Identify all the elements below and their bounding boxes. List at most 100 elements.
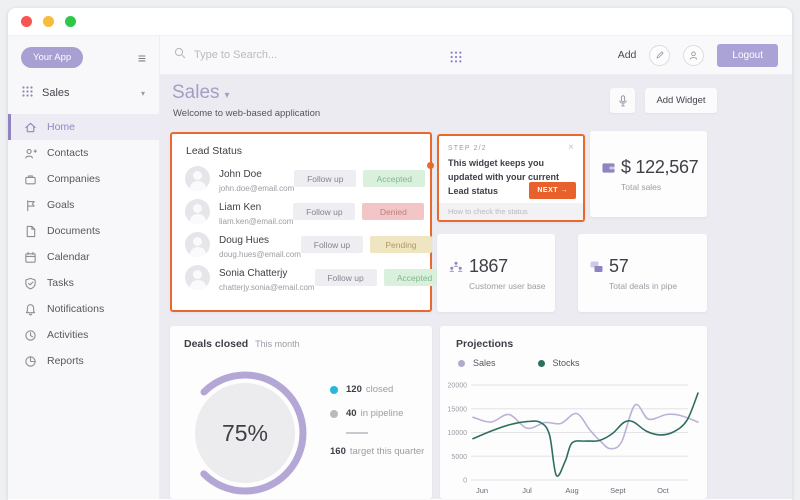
svg-text:Sept: Sept	[610, 486, 626, 495]
lead-email: liam.ken@email.com	[219, 217, 294, 226]
edit-icon[interactable]	[649, 44, 671, 66]
svg-text:15000: 15000	[448, 406, 468, 413]
sidebar-item-label: Contacts	[47, 147, 89, 159]
sidebar: Your App ≡ Sales ▾ Home Contacts Companies…	[8, 36, 160, 499]
lead-name: Doug Hues	[219, 235, 270, 246]
minimize-dot[interactable]	[43, 16, 54, 27]
sidebar-item-label: Tasks	[47, 277, 74, 289]
avatar	[185, 232, 210, 257]
lead-name: Liam Ken	[219, 202, 262, 213]
customer-base-card: 1867 Customer user base	[437, 234, 555, 312]
lead-status-widget: Lead Status John Doe john.doe@email.com Fo…	[170, 132, 446, 312]
projections-line-chart: 0 5000 10000 15000 20000 Jun Jul Aug Sept Oct	[448, 383, 699, 495]
add-button[interactable]: Add	[618, 49, 637, 61]
documents-icon	[23, 224, 37, 238]
follow-up-button[interactable]: Follow up	[293, 203, 356, 220]
lead-name: Sonia Chatterjy	[219, 268, 288, 279]
notifications-icon	[23, 302, 37, 316]
customer-base-label: Customer user base	[469, 281, 546, 291]
sidebar-item-label: Goals	[47, 199, 75, 211]
companies-icon	[23, 172, 37, 186]
chart-legend-stocks: Stocks	[537, 358, 580, 368]
deals-closed-period: This month	[255, 339, 300, 349]
chevron-down-icon: ▾	[140, 88, 145, 98]
user-icon[interactable]	[683, 44, 705, 66]
projections-widget: Projections Sales Stocks 0 5000 10000 15000 2…	[440, 326, 707, 499]
app-window: Your App ≡ Sales ▾ Home Contacts Companies…	[8, 8, 792, 500]
svg-text:Jun: Jun	[476, 486, 488, 495]
follow-up-button[interactable]: Follow up	[314, 269, 377, 286]
apps-grid-icon[interactable]	[450, 50, 462, 68]
calendar-icon	[23, 250, 37, 264]
sidebar-item-goals[interactable]: Goals	[8, 192, 159, 218]
tasks-icon	[23, 276, 37, 290]
walkthrough-footer: How to check the status	[439, 203, 583, 220]
legend-divider	[346, 432, 368, 434]
lead-row: Doug Hues doug.hues@email.com Follow up Pen…	[172, 228, 432, 261]
add-widget-button[interactable]: Add Widget	[645, 88, 717, 113]
total-sales-label: Total sales	[621, 182, 662, 192]
dashboard-content: Sales ▾ Welcome to web-based application …	[160, 75, 792, 499]
svg-text:5000: 5000	[451, 454, 467, 461]
goals-icon	[23, 198, 37, 212]
workspace-switcher[interactable]: Sales ▾	[8, 75, 159, 110]
sidebar-item-activities[interactable]: Activities	[8, 322, 159, 348]
target-row: 160 target this quarter	[330, 446, 425, 457]
sidebar-item-label: Reports	[47, 355, 84, 367]
brand-badge: Your App	[21, 47, 84, 68]
sidebar-item-calendar[interactable]: Calendar	[8, 244, 159, 270]
sidebar-item-reports[interactable]: Reports	[8, 348, 159, 374]
status-badge: Accepted	[363, 170, 426, 187]
deals-closed-title: Deals closed	[184, 338, 249, 350]
lead-row: Liam Ken liam.ken@email.com Follow up Denie…	[172, 195, 430, 228]
svg-text:Aug: Aug	[565, 486, 578, 495]
sidebar-item-tasks[interactable]: Tasks	[8, 270, 159, 296]
deals-in-pipe-value: 57	[609, 256, 629, 276]
search-box[interactable]	[174, 46, 364, 64]
close-icon[interactable]: ×	[568, 143, 575, 153]
total-sales-value: $ 122,567	[621, 157, 699, 177]
lead-row: John Doe john.doe@email.com Follow up Accep…	[172, 162, 430, 195]
search-input[interactable]	[194, 49, 364, 61]
sidebar-item-documents[interactable]: Documents	[8, 218, 159, 244]
sidebar-item-contacts[interactable]: Contacts	[8, 140, 159, 166]
deals-closed-widget: Deals closed This month 75% 120 closed 40 i…	[170, 326, 432, 499]
sidebar-item-notifications[interactable]: Notifications	[8, 296, 159, 322]
zoom-dot[interactable]	[65, 16, 76, 27]
close-dot[interactable]	[21, 16, 32, 27]
legend-dot	[330, 409, 338, 418]
logout-button[interactable]: Logout	[717, 43, 778, 67]
walkthrough-tooltip: STEP 2/2 × This widget keeps you updated…	[437, 134, 585, 222]
projections-legend: Sales Stocks	[440, 353, 707, 368]
total-sales-card: $ 122,567 Total sales	[590, 131, 707, 217]
follow-up-button[interactable]: Follow up	[294, 170, 357, 187]
sidebar-item-label: Activities	[47, 329, 89, 341]
hamburger-icon[interactable]: ≡	[138, 51, 146, 65]
layers-icon	[590, 260, 603, 278]
topbar: Add Logout	[160, 36, 792, 75]
page-subtitle: Welcome to web-based application	[173, 108, 321, 119]
sidebar-nav: Home Contacts Companies Goals Documents Calen…	[8, 114, 159, 374]
avatar	[185, 265, 210, 290]
sidebar-item-label: Home	[47, 121, 76, 133]
search-icon	[174, 46, 186, 64]
page-title[interactable]: Sales ▾	[172, 82, 230, 104]
lead-status-title: Lead Status	[186, 145, 243, 157]
sidebar-item-label: Notifications	[47, 303, 105, 315]
grid-icon	[22, 86, 33, 100]
workspace-label: Sales	[42, 87, 70, 99]
contacts-icon	[23, 146, 37, 160]
deals-legend: 120 closed 40 in pipeline 160 target this qua…	[330, 384, 424, 470]
lead-email: chatterjy.sonia@email.com	[219, 283, 315, 292]
lead-row: Sonia Chatterjy chatterjy.sonia@email.com…	[172, 261, 446, 294]
voice-search-button[interactable]	[610, 88, 635, 113]
svg-text:Jul: Jul	[522, 486, 532, 495]
wallet-icon	[602, 161, 615, 179]
walkthrough-connector-dot	[427, 162, 434, 169]
sidebar-item-home[interactable]: Home	[8, 114, 159, 140]
follow-up-button[interactable]: Follow up	[300, 236, 363, 253]
deals-in-pipe-card: 57 Total deals in pipe	[578, 234, 707, 312]
next-button[interactable]: NEXT →	[529, 182, 576, 199]
sidebar-item-companies[interactable]: Companies	[8, 166, 159, 192]
people-icon	[449, 260, 463, 278]
